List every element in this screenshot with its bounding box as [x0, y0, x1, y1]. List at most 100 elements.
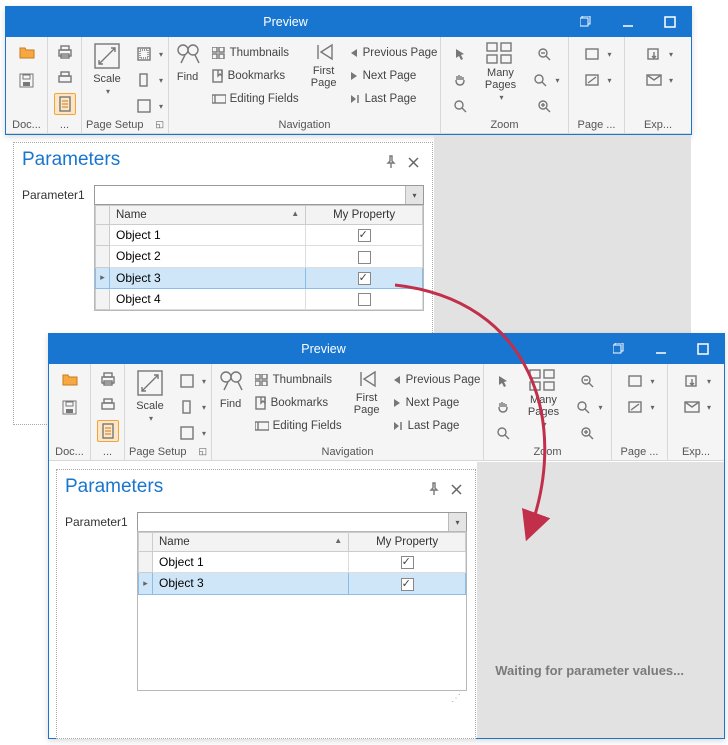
group-label-pagesetup: Page Setup	[129, 446, 187, 458]
hand-icon[interactable]	[449, 69, 471, 91]
magnifier-icon[interactable]	[449, 95, 471, 117]
many-pages-button[interactable]: Many Pages ▾	[475, 41, 525, 102]
cell-name: Object 1	[110, 225, 306, 246]
chevron-down-icon[interactable]: ▾	[405, 186, 423, 204]
quick-print-icon[interactable]	[54, 67, 76, 89]
send-icon[interactable]	[681, 396, 703, 418]
next-page-button[interactable]: Next Page	[349, 66, 417, 86]
group-label-zoom: Zoom	[488, 446, 607, 458]
param-select[interactable]: ▾	[94, 185, 424, 205]
group-label-navigation: Navigation	[173, 119, 436, 131]
pointer-icon[interactable]	[449, 43, 471, 65]
watermark-icon[interactable]	[624, 396, 646, 418]
zoom-in-icon[interactable]	[576, 422, 598, 444]
cell-name: Object 4	[110, 288, 306, 309]
zoom-icon[interactable]	[529, 69, 551, 91]
open-icon[interactable]	[59, 368, 81, 390]
close-icon[interactable]	[445, 478, 467, 500]
param-grid[interactable]: Name▲My PropertyObject 1Object 2▸Object …	[94, 204, 424, 311]
watermark-icon[interactable]	[581, 69, 603, 91]
cell-checkbox[interactable]	[306, 267, 423, 288]
ribbon: Doc... ... Scale ▾ ▾ ▾ ▾	[6, 37, 691, 134]
export-icon[interactable]	[643, 43, 665, 65]
open-icon[interactable]	[16, 41, 38, 63]
size-icon[interactable]	[133, 95, 155, 117]
editing-fields-button[interactable]: Editing Fields	[212, 89, 299, 109]
zoom-icon[interactable]	[572, 396, 594, 418]
restore-icon[interactable]	[598, 334, 640, 364]
orientation-icon[interactable]	[133, 69, 155, 91]
previous-page-button[interactable]: Previous Page	[392, 370, 481, 390]
titlebar: Preview	[6, 7, 691, 37]
magnifier-icon[interactable]	[492, 422, 514, 444]
export-icon[interactable]	[681, 370, 703, 392]
cell-checkbox[interactable]	[349, 552, 466, 573]
find-button[interactable]: Find	[172, 41, 204, 83]
group-label-print: ...	[52, 119, 77, 131]
parameters-icon[interactable]	[97, 420, 119, 442]
page-color-icon[interactable]	[624, 370, 646, 392]
cell-checkbox[interactable]	[306, 225, 423, 246]
page-color-icon[interactable]	[581, 43, 603, 65]
dialog-launcher-icon[interactable]: ◱	[155, 119, 164, 131]
table-row[interactable]: Object 2	[96, 246, 423, 267]
scale-button[interactable]: Scale▾	[130, 368, 170, 423]
chevron-down-icon[interactable]: ▾	[448, 513, 466, 531]
thumbnails-button[interactable]: Thumbnails	[212, 43, 289, 63]
quick-print-icon[interactable]	[97, 394, 119, 416]
orientation-icon[interactable]	[176, 396, 198, 418]
previous-page-button[interactable]: Previous Page	[349, 43, 438, 63]
save-icon[interactable]	[16, 69, 38, 91]
hand-icon[interactable]	[492, 396, 514, 418]
close-icon[interactable]	[402, 151, 424, 173]
maximize-icon[interactable]	[682, 334, 724, 364]
cell-name: Object 3	[153, 573, 349, 594]
bookmarks-button[interactable]: Bookmarks	[212, 66, 286, 86]
first-page-button[interactable]: FirstPage	[350, 368, 384, 416]
chevron-down-icon: ▾	[106, 87, 110, 96]
minimize-icon[interactable]	[607, 7, 649, 37]
print-icon[interactable]	[97, 368, 119, 390]
maximize-icon[interactable]	[649, 7, 691, 37]
group-label-doc: Doc...	[10, 119, 43, 131]
next-page-button[interactable]: Next Page	[392, 393, 460, 413]
many-pages-button[interactable]: Many Pages▾	[518, 368, 568, 429]
pointer-icon[interactable]	[492, 370, 514, 392]
minimize-icon[interactable]	[640, 334, 682, 364]
table-row[interactable]: Object 1	[139, 552, 466, 573]
zoom-in-icon[interactable]	[533, 95, 555, 117]
table-row[interactable]: ▸Object 3	[139, 573, 466, 594]
group-label-pagecol: Page ...	[616, 446, 663, 458]
restore-icon[interactable]	[565, 7, 607, 37]
pin-icon[interactable]	[423, 478, 445, 500]
zoom-out-icon[interactable]	[576, 370, 598, 392]
last-page-button[interactable]: Last Page	[349, 89, 417, 109]
window-title: Preview	[49, 342, 598, 356]
editing-fields-button[interactable]: Editing Fields	[255, 416, 342, 436]
bookmarks-button[interactable]: Bookmarks	[255, 393, 329, 413]
dialog-launcher-icon[interactable]: ◱	[198, 446, 207, 458]
zoom-out-icon[interactable]	[533, 43, 555, 65]
last-page-button[interactable]: Last Page	[392, 416, 460, 436]
table-row[interactable]: ▸Object 3	[96, 267, 423, 288]
scale-button[interactable]: Scale ▾	[87, 41, 127, 96]
cell-checkbox[interactable]	[306, 246, 423, 267]
pin-icon[interactable]	[380, 151, 402, 173]
size-icon[interactable]	[176, 422, 198, 444]
param-select[interactable]: ▾	[137, 512, 467, 532]
find-button[interactable]: Find	[215, 368, 247, 410]
cell-checkbox[interactable]	[306, 288, 423, 309]
margins-icon[interactable]	[176, 370, 198, 392]
first-page-button[interactable]: FirstPage	[307, 41, 341, 89]
table-row[interactable]: Object 4	[96, 288, 423, 309]
table-row[interactable]: Object 1	[96, 225, 423, 246]
param-grid[interactable]: Name▲My PropertyObject 1▸Object 3	[137, 531, 467, 691]
margins-icon[interactable]	[133, 43, 155, 65]
send-icon[interactable]	[643, 69, 665, 91]
thumbnails-button[interactable]: Thumbnails	[255, 370, 332, 390]
cell-checkbox[interactable]	[349, 573, 466, 594]
parameters-icon[interactable]	[54, 93, 76, 115]
parameters-panel: Parameters Parameter1 ▾ Name▲My Property…	[56, 469, 476, 739]
save-icon[interactable]	[59, 396, 81, 418]
print-icon[interactable]	[54, 41, 76, 63]
